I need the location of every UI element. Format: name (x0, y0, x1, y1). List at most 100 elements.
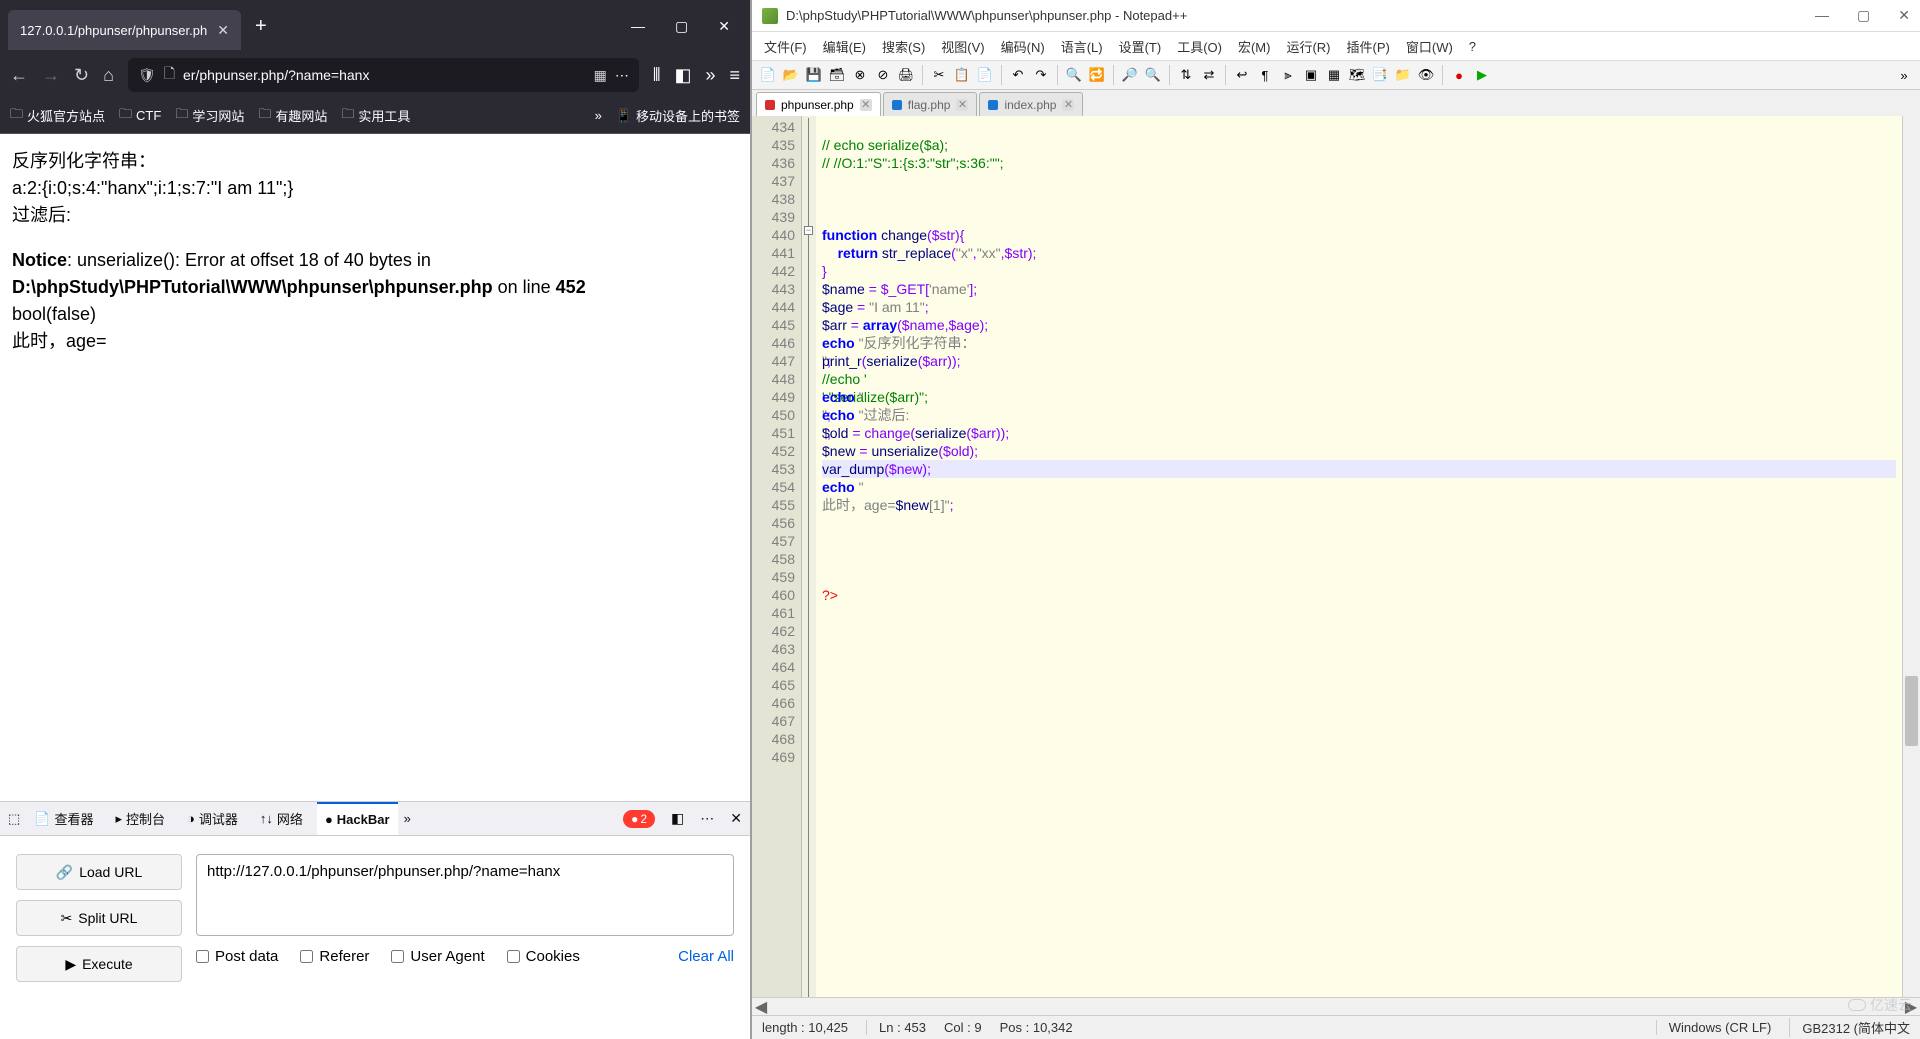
devtools-close-icon[interactable]: ✕ (730, 810, 742, 827)
code-area[interactable]: // echo serialize($a);// //O:1:"S":1:{s:… (816, 116, 1902, 997)
menu-settings[interactable]: 设置(T) (1113, 35, 1168, 58)
bookmark-overflow-icon[interactable]: » (595, 108, 602, 123)
cut-icon[interactable]: ✂ (929, 65, 949, 85)
wrap-icon[interactable]: ↩ (1232, 65, 1252, 85)
new-tab-button[interactable]: + (255, 15, 267, 38)
record-icon[interactable]: ● (1449, 65, 1469, 85)
find-icon[interactable]: 🔍 (1064, 65, 1084, 85)
devtools-tab-debugger[interactable]: ◑ 调试器 (179, 802, 246, 835)
devtools-tab-inspector[interactable]: 📄 查看器 (26, 802, 101, 835)
indent-icon[interactable]: ⫸ (1278, 65, 1298, 85)
func-list-icon[interactable]: 📑 (1370, 65, 1390, 85)
bookmark-item[interactable]: 🗀有趣网站 (258, 105, 327, 127)
sync-v-icon[interactable]: ⇅ (1176, 65, 1196, 85)
maximize-icon[interactable]: ▢ (1857, 7, 1870, 24)
code-editor[interactable]: 434 435 436 437 438 439 440 441 442 443 … (752, 116, 1920, 997)
shield-icon[interactable]: 🛡 (138, 67, 156, 84)
zoom-in-icon[interactable]: 🔎 (1120, 65, 1140, 85)
copy-icon[interactable]: 📋 (952, 65, 972, 85)
new-file-icon[interactable]: 📄 (758, 65, 778, 85)
open-file-icon[interactable]: 📂 (781, 65, 801, 85)
mobile-bookmarks[interactable]: 📱移动设备上的书签 (616, 106, 740, 125)
split-url-button[interactable]: ✂ Split URL (16, 900, 182, 936)
reload-button[interactable]: ↻ (74, 65, 89, 86)
clear-all-link[interactable]: Clear All (678, 948, 734, 965)
load-url-button[interactable]: 🔗 Load URL (16, 854, 182, 890)
devtools-picker-icon[interactable]: ⬚ (8, 811, 20, 827)
lock-icon[interactable]: 🗋 (164, 63, 175, 87)
url-more-icon[interactable]: ⋯ (615, 67, 629, 84)
show-all-icon[interactable]: ¶ (1255, 65, 1275, 85)
redo-icon[interactable]: ↷ (1031, 65, 1051, 85)
doc-map-icon[interactable]: 🗺 (1347, 65, 1367, 85)
menu-window[interactable]: 窗口(W) (1400, 35, 1459, 58)
menu-search[interactable]: 搜索(S) (876, 35, 931, 58)
zoom-out-icon[interactable]: 🔍 (1143, 65, 1163, 85)
toolbar-overflow-icon[interactable]: » (1894, 65, 1914, 85)
fold-column[interactable]: − (802, 116, 816, 997)
bookmark-item[interactable]: 🗀学习网站 (175, 105, 244, 127)
menu-edit[interactable]: 编辑(E) (817, 35, 872, 58)
devtools-tab-network[interactable]: ↑↓ 网络 (252, 802, 311, 835)
paste-icon[interactable]: 📄 (975, 65, 995, 85)
unfold-icon[interactable]: ▦ (1324, 65, 1344, 85)
menu-view[interactable]: 视图(V) (935, 35, 990, 58)
home-button[interactable]: ⌂ (103, 65, 114, 86)
minimize-icon[interactable]: — (1815, 7, 1829, 24)
devtools-menu-icon[interactable]: ⋯ (700, 810, 714, 827)
folder-icon[interactable]: 📁 (1393, 65, 1413, 85)
scroll-left-icon[interactable]: ◀ (752, 997, 770, 1017)
bookmark-item[interactable]: 🗀实用工具 (341, 105, 410, 127)
dock-icon[interactable]: ◧ (671, 810, 684, 827)
user-agent-checkbox[interactable]: User Agent (391, 948, 484, 965)
forward-button[interactable]: → (42, 65, 60, 86)
referer-checkbox[interactable]: Referer (300, 948, 369, 965)
vertical-scrollbar[interactable] (1902, 116, 1920, 997)
maximize-icon[interactable]: ▢ (675, 18, 688, 35)
undo-icon[interactable]: ↶ (1008, 65, 1028, 85)
cookies-checkbox[interactable]: Cookies (507, 948, 580, 965)
close-file-icon[interactable]: ⊗ (850, 65, 870, 85)
overflow-icon[interactable]: » (705, 65, 715, 86)
file-tab-phpunser[interactable]: phpunser.php✕ (756, 92, 881, 116)
tab-close-icon[interactable]: ✕ (217, 22, 229, 39)
tab-close-icon[interactable]: ✕ (860, 99, 872, 111)
back-button[interactable]: ← (10, 65, 28, 86)
close-all-icon[interactable]: ⊘ (873, 65, 893, 85)
tab-close-icon[interactable]: ✕ (956, 99, 968, 111)
devtools-tab-console[interactable]: ▸ 控制台 (108, 802, 174, 835)
monitor-icon[interactable]: 👁 (1416, 65, 1436, 85)
close-window-icon[interactable]: ✕ (718, 18, 730, 35)
save-icon[interactable]: 💾 (804, 65, 824, 85)
qr-icon[interactable]: ▦ (594, 67, 607, 84)
menu-file[interactable]: 文件(F) (758, 35, 813, 58)
close-icon[interactable]: ✕ (1898, 7, 1910, 24)
bookmark-item[interactable]: 🗀火狐官方站点 (10, 105, 105, 127)
hackbar-url-input[interactable] (196, 854, 734, 936)
menu-language[interactable]: 语言(L) (1055, 35, 1109, 58)
execute-button[interactable]: ▶ Execute (16, 946, 182, 982)
tab-close-icon[interactable]: ✕ (1062, 99, 1074, 111)
post-data-checkbox[interactable]: Post data (196, 948, 278, 965)
menu-run[interactable]: 运行(R) (1280, 35, 1336, 58)
library-icon[interactable]: ⫴ (653, 65, 661, 86)
error-badge[interactable]: ● 2 (623, 810, 655, 828)
fold-icon[interactable]: ▣ (1301, 65, 1321, 85)
menu-plugins[interactable]: 插件(P) (1341, 35, 1396, 58)
file-tab-flag[interactable]: flag.php✕ (883, 92, 978, 116)
bookmark-item[interactable]: 🗀CTF (119, 105, 161, 127)
sync-h-icon[interactable]: ⇄ (1199, 65, 1219, 85)
url-bar[interactable]: 🛡 🗋 er/phpunser.php/?name=hanx ▦ ⋯ (128, 58, 639, 92)
devtools-tab-hackbar[interactable]: ● HackBar (317, 802, 398, 835)
file-tab-index[interactable]: index.php✕ (979, 92, 1083, 116)
menu-icon[interactable]: ≡ (729, 65, 740, 86)
save-all-icon[interactable]: 🗃 (827, 65, 847, 85)
fold-box-icon[interactable]: − (804, 226, 813, 235)
menu-tools[interactable]: 工具(O) (1171, 35, 1228, 58)
horizontal-scrollbar[interactable]: ◀ ▶ (752, 997, 1920, 1015)
scroll-thumb[interactable] (1905, 676, 1918, 746)
replace-icon[interactable]: 🔁 (1087, 65, 1107, 85)
print-icon[interactable]: 🖨 (896, 65, 916, 85)
minimize-icon[interactable]: — (631, 18, 645, 35)
play-icon[interactable]: ▶ (1472, 65, 1492, 85)
